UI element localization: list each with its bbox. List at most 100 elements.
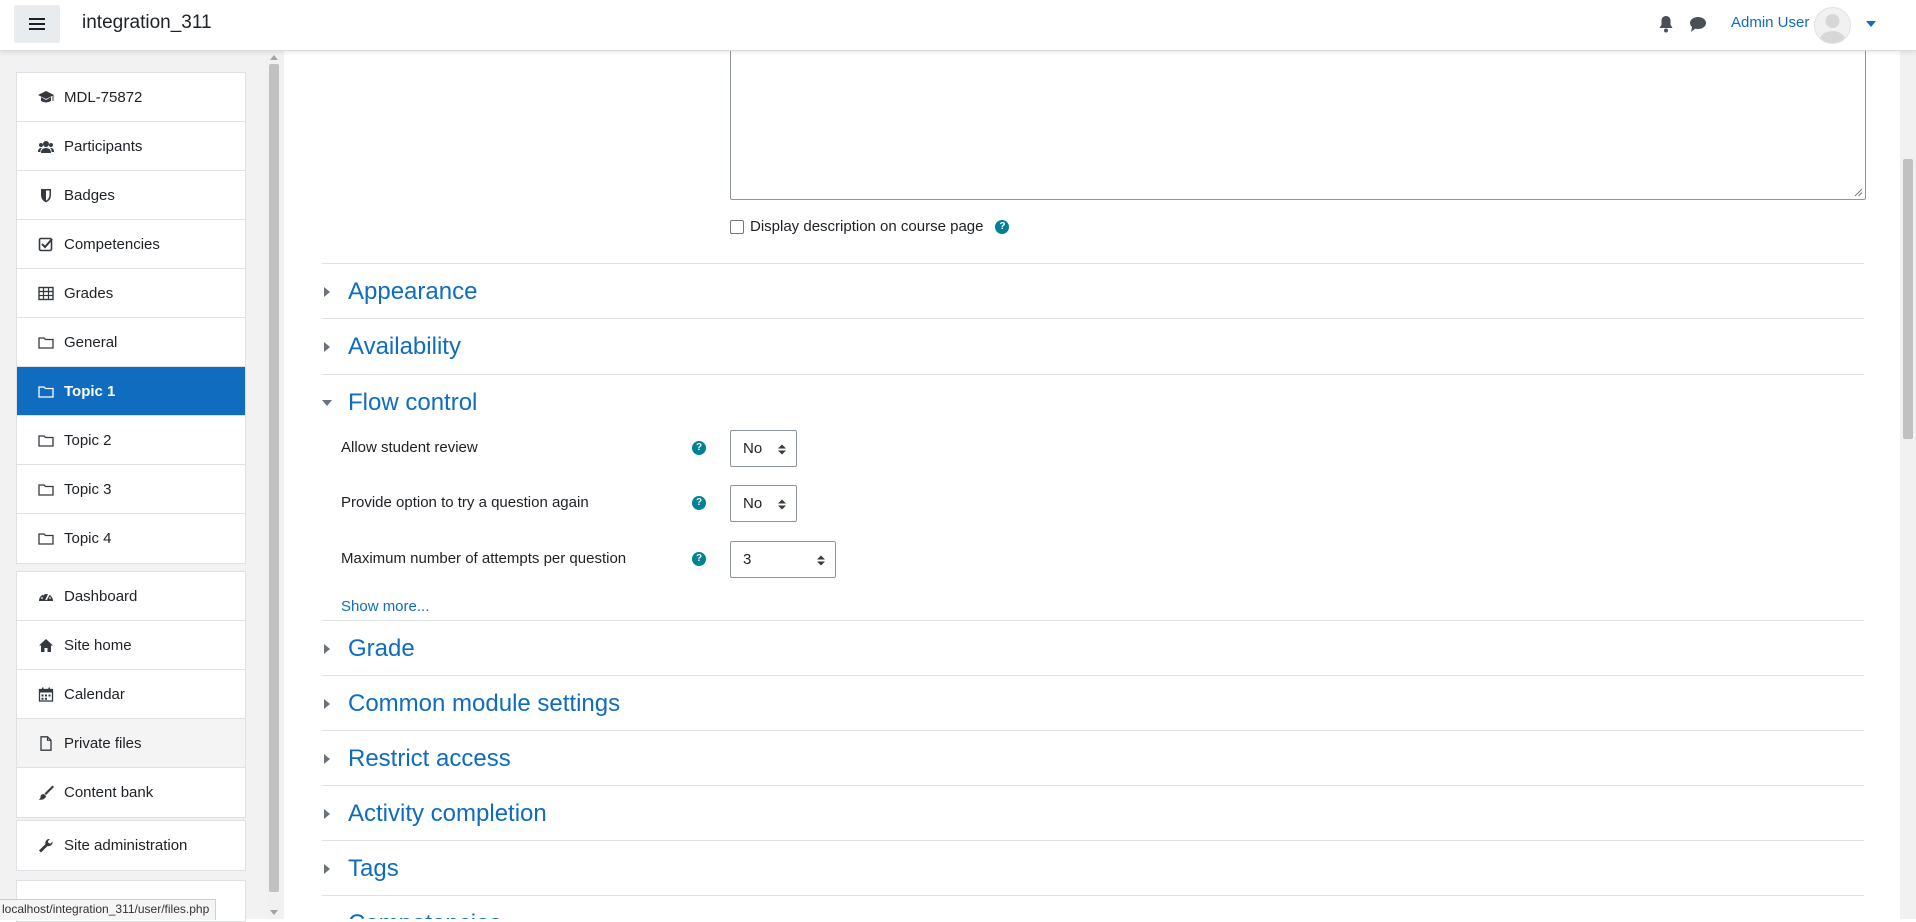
allow-review-row: Allow student review ? <box>341 439 706 456</box>
page-scrollbar[interactable] <box>1900 51 1916 919</box>
scroll-down-arrow-icon[interactable] <box>270 910 278 915</box>
nav-item-topic-1[interactable]: Topic 1 <box>17 367 245 416</box>
nav-item-calendar[interactable]: Calendar <box>17 670 245 719</box>
section-flow-control: Flow control <box>322 374 1864 416</box>
description-editor[interactable] <box>730 51 1866 200</box>
nav-item-dashboard[interactable]: Dashboard <box>17 572 245 621</box>
max-attempts-select[interactable]: 3 <box>730 541 836 578</box>
help-icon[interactable]: ? <box>692 495 706 510</box>
file-icon <box>40 735 52 751</box>
resize-grip-icon[interactable] <box>1854 188 1863 197</box>
display-description-checkbox[interactable] <box>730 219 744 234</box>
show-more-link[interactable]: Show more... <box>341 598 429 615</box>
section-header[interactable]: Tags <box>322 841 399 896</box>
section-competencies: Competencies <box>322 895 1864 919</box>
section-title[interactable]: Restrict access <box>348 745 511 773</box>
drawer-scroll-thumb[interactable] <box>269 64 279 892</box>
section-title[interactable]: Common module settings <box>348 690 620 718</box>
paint-brush-icon <box>38 785 54 800</box>
folder-icon <box>38 533 54 545</box>
section-title[interactable]: Activity completion <box>348 800 547 828</box>
section-header[interactable]: Common module settings <box>322 676 620 731</box>
select-arrows-icon <box>817 555 825 566</box>
nav-item-competencies[interactable]: Competencies <box>17 220 245 269</box>
nav-item-topic-3[interactable]: Topic 3 <box>17 465 245 514</box>
scroll-up-arrow-icon[interactable] <box>270 55 278 60</box>
caret-right-icon <box>324 698 330 709</box>
section-title[interactable]: Grade <box>348 635 415 663</box>
user-silhouette-icon <box>1819 14 1846 43</box>
section-header[interactable]: Competencies <box>322 896 501 919</box>
try-again-row: Provide option to try a question again ? <box>341 494 706 511</box>
avatar[interactable] <box>1814 7 1851 44</box>
section-title[interactable]: Competencies <box>348 910 501 920</box>
nav-item-participants[interactable]: Participants <box>17 122 245 171</box>
chat-bubble-icon[interactable] <box>1689 15 1707 33</box>
caret-right-icon <box>324 341 330 352</box>
drawer-toggle-button[interactable] <box>14 5 60 43</box>
nav-item-content-bank[interactable]: Content bank <box>17 768 245 817</box>
section-grade: Grade <box>322 620 1864 662</box>
nav-item-label: Site home <box>64 636 132 654</box>
section-title[interactable]: Appearance <box>348 278 477 306</box>
nav-item-label: Topic 3 <box>64 480 112 498</box>
nav-item-site-home[interactable]: Site home <box>17 621 245 670</box>
max-attempts-label: Maximum number of attempts per question <box>341 550 627 567</box>
bell-icon[interactable] <box>1658 15 1674 33</box>
help-icon[interactable]: ? <box>692 440 706 455</box>
section-header[interactable]: Availability <box>322 319 461 374</box>
nav-item-label: Site administration <box>64 837 188 854</box>
site-name[interactable]: integration_311 <box>82 12 212 34</box>
section-title[interactable]: Tags <box>348 855 399 883</box>
nav-item-label: Dashboard <box>64 587 138 605</box>
nav-item-label: Content bank <box>64 784 154 801</box>
display-description-row: Display description on course page ? <box>730 218 1010 235</box>
nav-item-course[interactable]: MDL-75872 <box>17 73 245 122</box>
select-value: 3 <box>743 551 752 568</box>
nav-item-label: MDL-75872 <box>64 88 143 106</box>
page-scroll-thumb[interactable] <box>1903 159 1913 439</box>
folder-icon <box>38 336 54 349</box>
try-again-select[interactable]: No <box>730 485 797 522</box>
nav-item-topic-2[interactable]: Topic 2 <box>17 416 245 465</box>
nav-item-topic-4[interactable]: Topic 4 <box>17 514 245 563</box>
caret-right-icon <box>324 863 330 874</box>
nav-item-label: Topic 2 <box>64 431 112 449</box>
display-description-label[interactable]: Display description on course page <box>750 218 983 235</box>
section-tags: Tags <box>322 840 1864 882</box>
help-icon[interactable]: ? <box>692 551 706 566</box>
section-availability: Availability <box>322 318 1864 360</box>
section-header[interactable]: Grade <box>322 621 415 676</box>
folder-icon <box>38 385 54 398</box>
help-icon[interactable]: ? <box>995 219 1010 234</box>
nav-item-badges[interactable]: Badges <box>17 171 245 220</box>
allow-review-select[interactable]: No <box>730 430 797 467</box>
section-activity-completion: Activity completion <box>322 785 1864 827</box>
nav-item-label: Competencies <box>64 235 160 253</box>
select-value: No <box>743 440 763 457</box>
nav-item-site-administration[interactable]: Site administration <box>17 821 245 870</box>
nav-item-label: Topic 1 <box>64 382 116 400</box>
caret-down-icon <box>322 399 332 406</box>
home-icon <box>39 638 53 652</box>
nav-item-label: Grades <box>64 284 114 302</box>
table-icon <box>38 286 54 300</box>
caret-down-icon[interactable] <box>1866 20 1876 28</box>
section-appearance: Appearance <box>322 263 1864 305</box>
user-menu-name[interactable]: Admin User <box>1731 14 1809 31</box>
section-header[interactable]: Activity completion <box>322 786 547 841</box>
nav-item-label: Participants <box>64 137 143 155</box>
drawer-scrollbar[interactable] <box>266 51 282 919</box>
nav-item-label: Calendar <box>64 685 125 703</box>
section-title[interactable]: Flow control <box>348 389 477 417</box>
try-again-label: Provide option to try a question again <box>341 494 589 511</box>
nav-item-grades[interactable]: Grades <box>17 269 245 318</box>
section-header[interactable]: Flow control <box>322 375 477 430</box>
section-title[interactable]: Availability <box>348 333 461 361</box>
nav-item-general[interactable]: General <box>17 318 245 367</box>
section-header[interactable]: Appearance <box>322 264 477 319</box>
section-common-module-settings: Common module settings <box>322 675 1864 717</box>
section-header[interactable]: Restrict access <box>322 731 511 786</box>
nav-item-private-files[interactable]: Private files <box>17 719 245 768</box>
folder-icon <box>38 483 54 496</box>
